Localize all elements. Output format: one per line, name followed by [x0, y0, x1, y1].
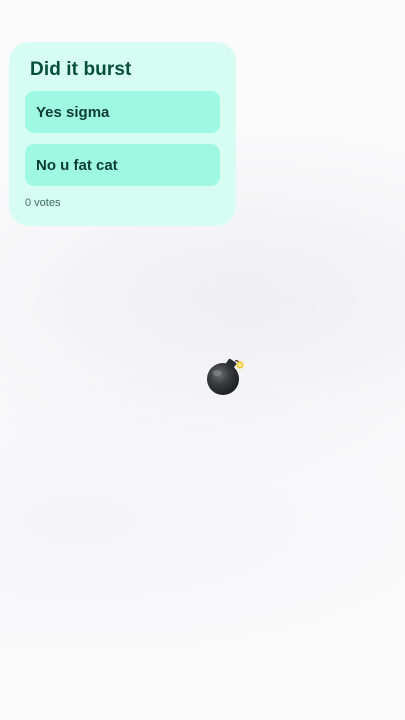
poll-title: Did it burst [30, 59, 132, 80]
poll-option-label: No u fat cat [36, 156, 118, 174]
poll-option-label: Yes sigma [36, 103, 110, 121]
poll-option-yes[interactable]: Yes sigma [25, 91, 220, 133]
poll-option-no[interactable]: No u fat cat [25, 144, 220, 186]
poll-vote-count: 0 votes [25, 197, 61, 209]
bomb-icon [204, 354, 248, 398]
poll-sticker: Did it burst Yes sigma No u fat cat 0 vo… [9, 42, 236, 226]
